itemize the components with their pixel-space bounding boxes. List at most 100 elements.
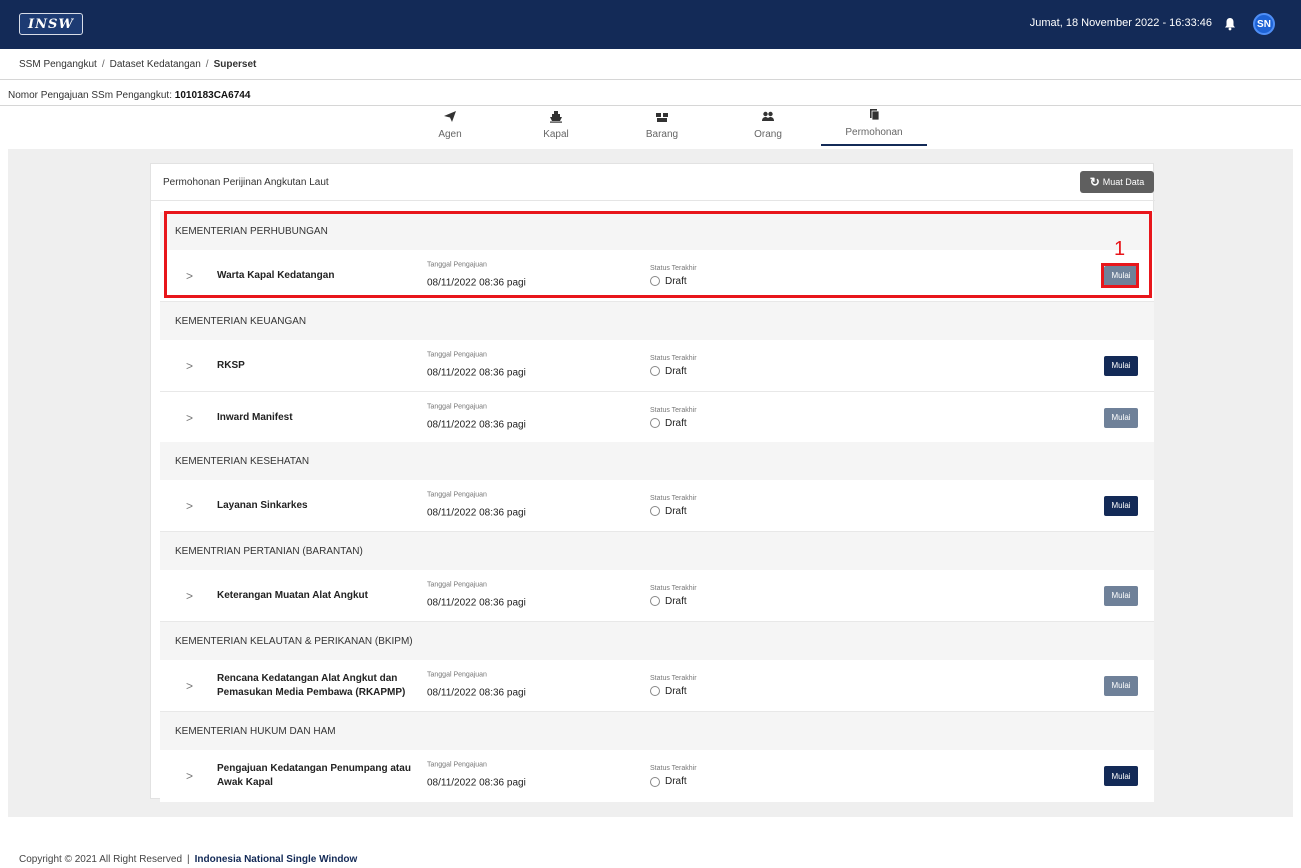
list-item[interactable]: > Layanan Sinkarkes Tanggal Pengajuan 08… [160,480,1154,532]
list-item[interactable]: > Inward Manifest Tanggal Pengajuan 08/1… [160,392,1154,444]
status-value: Draft [665,505,687,517]
chevron-right-icon[interactable]: > [186,679,193,693]
status-block: Status Terakhir Draft [650,265,697,287]
submission-number-row: Nomor Pengajuan SSm Pengangkut: 1010183C… [8,90,250,101]
tab-orang[interactable]: Orang [715,106,821,146]
chevron-right-icon[interactable]: > [186,589,193,603]
status-value: Draft [665,275,687,287]
status-label: Status Terakhir [650,584,697,592]
ministry-header: KEMENTERIAN KESEHATAN [160,442,1154,480]
mulai-button[interactable]: Mulai [1104,407,1138,428]
item-title: Keterangan Muatan Alat Angkut [217,589,368,601]
tab-barang[interactable]: Barang [609,106,715,146]
footer-brand: Indonesia National Single Window [194,854,358,865]
chevron-right-icon[interactable]: > [186,269,193,283]
status-value: Draft [665,595,687,607]
ministry-header: KEMENTERIAN PERHUBUNGAN [160,212,1154,250]
status-circle-icon [650,418,660,428]
submission-number-label: Nomor Pengajuan SSm Pengangkut: [8,90,172,101]
ship-icon [550,111,562,123]
permohonan-card: Permohonan Perijinan Angkutan Laut ↻ Mua… [150,163,1155,802]
item-title: RKSP [217,359,245,371]
status-label: Status Terakhir [650,406,697,414]
status-circle-icon [650,776,660,787]
mulai-button[interactable]: Mulai [1104,495,1138,516]
status-label: Status Terakhir [650,674,697,682]
item-title: Rencana Kedatangan Alat Angkut dan Pemas… [217,672,406,698]
chevron-right-icon[interactable]: > [186,411,193,425]
item-title: Warta Kapal Kedatangan [217,269,335,281]
chevron-right-icon[interactable]: > [186,359,193,373]
date-label: Tanggal Pengajuan [427,351,487,358]
tab-label: Kapal [543,129,569,140]
boxes-icon [656,113,668,122]
date-label: Tanggal Pengajuan [427,403,487,410]
status-label: Status Terakhir [650,264,697,272]
date-block: Tanggal Pengajuan 08/11/2022 08:36 pagi [427,671,526,700]
breadcrumb-item-ssm-pengangkut[interactable]: SSM Pengangkut [19,59,97,70]
status-block: Status Terakhir Draft [650,585,697,607]
date-value: 08/11/2022 08:36 pagi [427,687,526,698]
status-block: Status Terakhir Draft [650,355,697,377]
status-value: Draft [665,365,687,377]
bell-icon[interactable] [1224,17,1236,31]
status-block: Status Terakhir Draft [650,407,697,429]
status-value: Draft [665,685,687,697]
mulai-button[interactable]: Mulai [1104,766,1138,786]
date-block: Tanggal Pengajuan 08/11/2022 08:36 pagi [427,403,526,432]
status-value: Draft [665,776,687,787]
status-value: Draft [665,417,687,429]
insw-logo[interactable]: INSW [19,13,83,35]
date-block: Tanggal Pengajuan 08/11/2022 08:36 pagi [427,261,526,290]
divider [151,200,1155,201]
tab-agen[interactable]: Agen [397,106,503,146]
list-item[interactable]: > Rencana Kedatangan Alat Angkut dan Pem… [160,660,1154,712]
breadcrumb-item-current: Superset [213,59,257,70]
chevron-right-icon[interactable]: > [186,499,193,513]
chevron-right-icon[interactable]: > [186,769,193,783]
documents-icon [870,109,880,121]
tab-permohonan[interactable]: Permohonan [821,106,927,146]
mulai-button[interactable]: Mulai [1104,585,1138,606]
users-icon [762,111,774,121]
date-value: 08/11/2022 08:36 pagi [427,597,526,608]
user-avatar[interactable]: SN [1253,13,1275,35]
ministry-header: KEMENTERIAN KELAUTAN & PERIKANAN (BKIPM) [160,622,1154,660]
mulai-button[interactable]: Mulai [1104,355,1138,376]
breadcrumb-item-dataset-kedatangan[interactable]: Dataset Kedatangan [110,59,201,70]
date-label: Tanggal Pengajuan [427,261,487,268]
reload-label: Muat Data [1102,177,1145,187]
mulai-button[interactable]: Mulai [1104,675,1138,696]
status-label: Status Terakhir [650,354,697,362]
tab-label: Agen [438,129,462,140]
card-title: Permohonan Perijinan Angkutan Laut [163,177,329,188]
top-navbar: INSW Jumat, 18 November 2022 - 16:33:46 … [0,0,1301,49]
reload-data-button[interactable]: ↻ Muat Data [1080,171,1154,193]
date-block: Tanggal Pengajuan 08/11/2022 08:36 pagi [427,351,526,380]
date-value: 08/11/2022 08:36 pagi [427,367,526,378]
tab-label: Orang [754,129,782,140]
list-item[interactable]: > Keterangan Muatan Alat Angkut Tanggal … [160,570,1154,622]
breadcrumb-separator: / [101,59,105,70]
list-item[interactable]: > RKSP Tanggal Pengajuan 08/11/2022 08:3… [160,340,1154,392]
mulai-button[interactable]: Mulai [1104,265,1138,286]
date-label: Tanggal Pengajuan [427,581,487,588]
tab-label: Permohonan [845,127,903,138]
status-block: Status Terakhir Draft [650,495,697,517]
status-circle-icon [650,686,660,696]
divider [0,79,1301,80]
list-item[interactable]: > Pengajuan Kedatangan Penumpang atau Aw… [160,750,1154,802]
tab-kapal[interactable]: Kapal [503,106,609,146]
item-title: Inward Manifest [217,411,293,423]
date-block: Tanggal Pengajuan 08/11/2022 08:36 pagi [427,491,526,520]
status-circle-icon [650,506,660,516]
status-circle-icon [650,366,660,376]
refresh-icon: ↻ [1089,175,1100,189]
date-block: Tanggal Pengajuan 08/11/2022 08:36 pagi [427,581,526,610]
date-value: 08/11/2022 08:36 pagi [427,507,526,518]
date-value: 08/11/2022 08:36 pagi [427,277,526,288]
item-title: Pengajuan Kedatangan Penumpang atau Awak… [217,763,411,788]
footer-copyright: Copyright © 2021 All Right Reserved [19,854,183,865]
status-block: Status Terakhir Draft [650,675,697,697]
list-item[interactable]: > Warta Kapal Kedatangan Tanggal Pengaju… [160,250,1154,302]
